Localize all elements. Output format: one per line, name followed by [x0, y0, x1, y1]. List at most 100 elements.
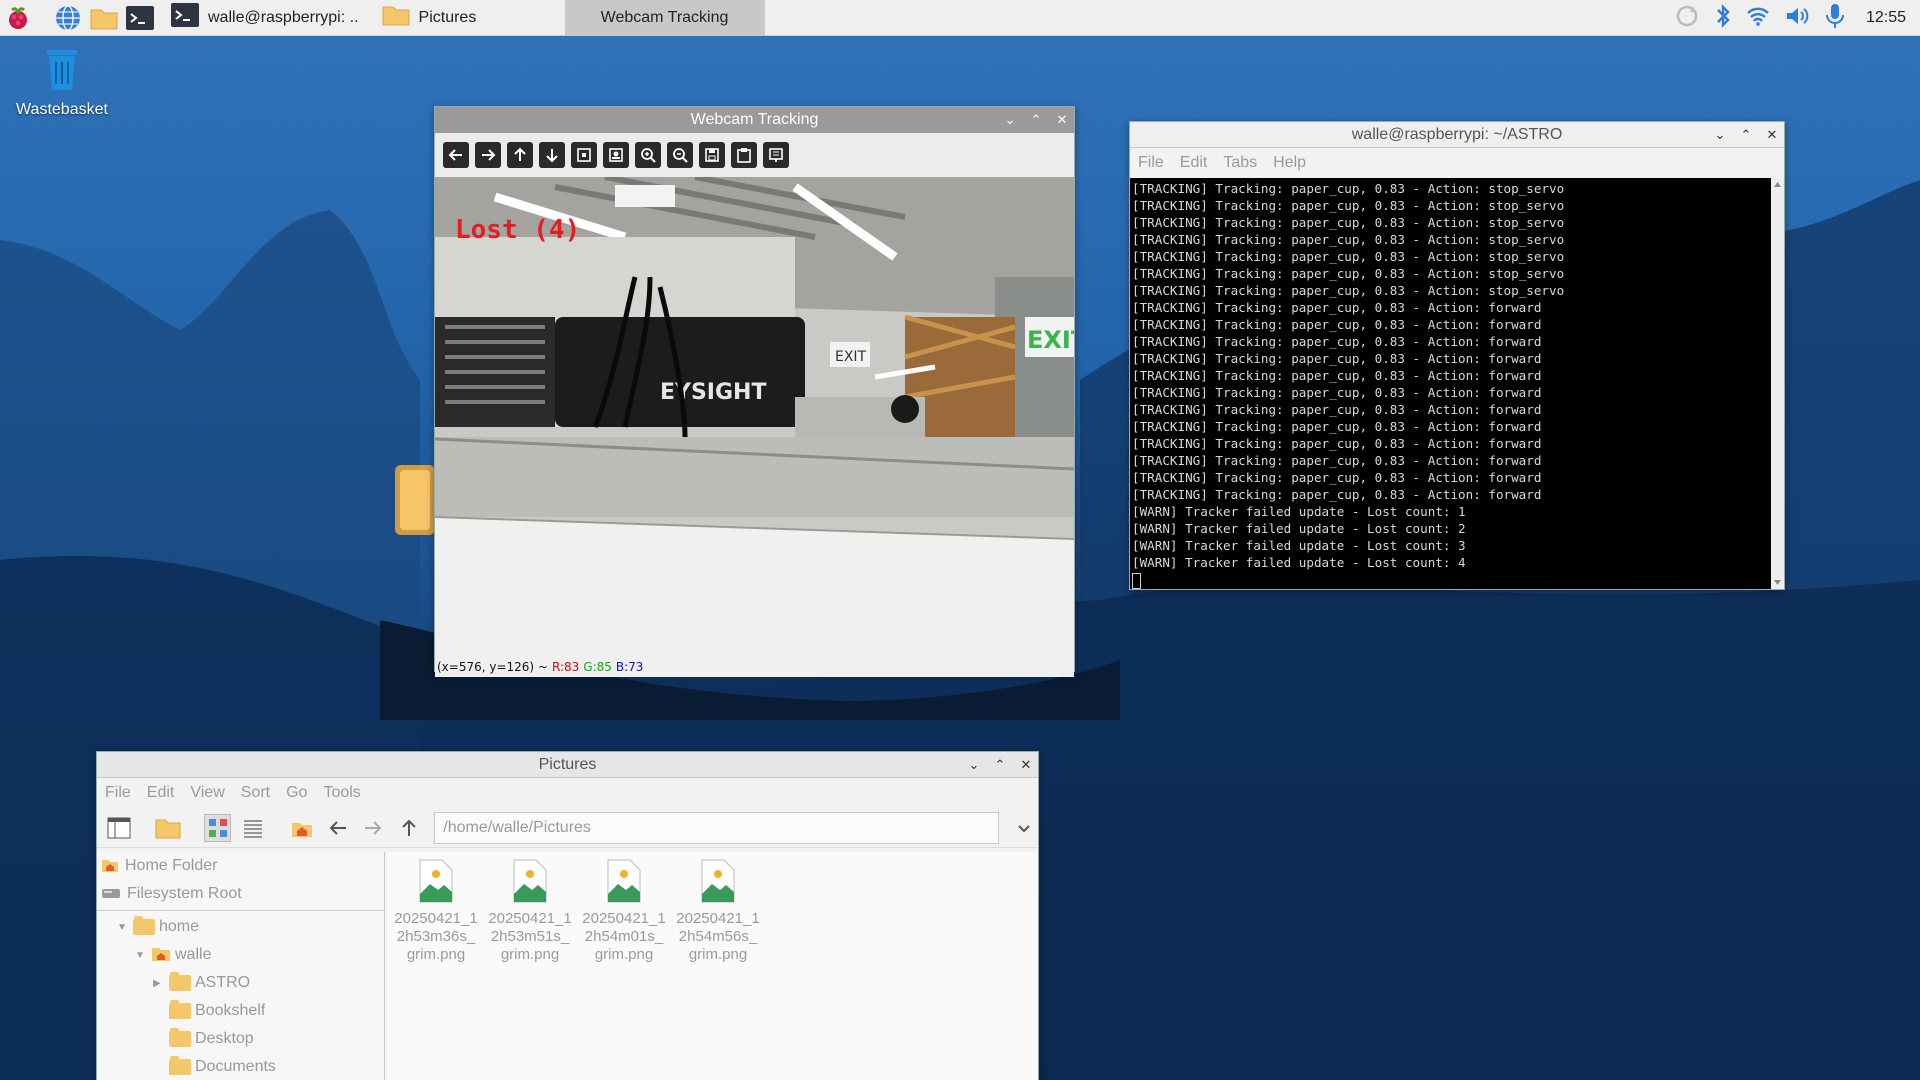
menu-edit[interactable]: Edit — [147, 784, 175, 802]
file-name-line: grim.png — [688, 946, 748, 963]
zoom-in-button[interactable] — [635, 142, 661, 168]
places-sidebar: Home Folder Filesystem Root ▼ home ▼ wal… — [97, 852, 385, 1080]
taskbar-task-pictures[interactable]: Pictures — [373, 0, 565, 36]
window-titlebar[interactable]: walle@raspberrypi: ~/ASTRO ⌄ ⌃ ✕ — [1130, 122, 1784, 148]
volume-icon[interactable] — [1784, 4, 1810, 33]
wifi-icon[interactable] — [1746, 4, 1770, 33]
minimize-icon[interactable]: ⌄ — [1004, 112, 1016, 128]
tree-item-astro[interactable]: ▶ ASTRO — [97, 969, 384, 997]
bluetooth-icon[interactable] — [1714, 3, 1732, 34]
pan-left-button[interactable] — [443, 142, 469, 168]
maximize-icon[interactable]: ⌃ — [994, 757, 1006, 773]
home-button[interactable] — [289, 814, 316, 842]
terminal-scrollbar[interactable] — [1771, 178, 1784, 589]
minimize-icon[interactable]: ⌄ — [968, 757, 980, 773]
file-item[interactable]: 20250421_1 2h53m36s_ grim.png — [389, 858, 483, 964]
properties-button[interactable] — [763, 142, 789, 168]
close-icon[interactable]: ✕ — [1766, 127, 1778, 143]
drive-icon — [101, 884, 121, 905]
close-icon[interactable]: ✕ — [1056, 112, 1068, 128]
menu-tabs[interactable]: Tabs — [1223, 154, 1257, 172]
svg-text:EXIT: EXIT — [1027, 326, 1074, 354]
menu-view[interactable]: View — [190, 784, 224, 802]
file-name-line: grim.png — [594, 946, 654, 963]
menu-tools[interactable]: Tools — [323, 784, 360, 802]
file-icon-view[interactable]: 20250421_1 2h53m36s_ grim.png 20250421_1… — [387, 852, 1037, 1080]
tree-item-documents[interactable]: Documents — [97, 1053, 384, 1080]
file-manager-icon[interactable] — [86, 0, 122, 36]
terminal-launcher-icon[interactable] — [122, 0, 158, 36]
tree-item-home[interactable]: ▼ home — [97, 913, 384, 941]
desktop-icon-wastebasket[interactable]: Wastebasket — [12, 44, 112, 119]
file-item[interactable]: 20250421_1 2h54m01s_ grim.png — [577, 858, 671, 964]
menu-file[interactable]: File — [105, 784, 131, 802]
save-image-button[interactable] — [699, 142, 725, 168]
up-button[interactable] — [395, 814, 422, 842]
chevron-down-icon[interactable]: ▼ — [135, 950, 147, 961]
terminal-line: [TRACKING] Tracking: paper_cup, 0.83 - A… — [1132, 351, 1542, 366]
file-item[interactable]: 20250421_1 2h54m56s_ grim.png — [671, 858, 765, 964]
terminal-line: [TRACKING] Tracking: paper_cup, 0.83 - A… — [1132, 385, 1542, 400]
chevron-right-icon[interactable]: ▶ — [153, 978, 165, 989]
tree-label: Documents — [195, 1058, 276, 1075]
icon-view-button[interactable] — [203, 813, 232, 842]
path-input[interactable] — [434, 811, 999, 844]
file-name-line: 20250421_1 — [394, 910, 478, 927]
place-filesystem-root[interactable]: Filesystem Root — [97, 880, 384, 908]
microphone-icon[interactable] — [1824, 2, 1846, 35]
clock[interactable]: 12:55 — [1866, 9, 1906, 27]
raspberry-menu-icon[interactable] — [0, 0, 36, 36]
toggle-sidebar-button[interactable] — [105, 814, 132, 842]
forward-button[interactable] — [359, 814, 386, 842]
copy-clipboard-button[interactable] — [731, 142, 757, 168]
maximize-icon[interactable]: ⌃ — [1030, 112, 1042, 128]
camera-feed[interactable]: EXIT EXIT EYSIGHT Lost (4) — [435, 177, 1074, 657]
taskbar-task-terminal[interactable]: walle@raspberrypi: .. — [162, 0, 367, 36]
close-icon[interactable]: ✕ — [1020, 757, 1032, 773]
tree-item-desktop[interactable]: Desktop — [97, 1025, 384, 1053]
file-name-line: 20250421_1 — [676, 910, 760, 927]
updates-icon[interactable] — [1674, 3, 1700, 34]
place-home-folder[interactable]: Home Folder — [97, 852, 384, 880]
terminal-output[interactable]: [TRACKING] Tracking: paper_cup, 0.83 - A… — [1130, 178, 1772, 589]
file-name-line: 2h54m01s_ — [584, 928, 664, 945]
tree-label: Desktop — [195, 1030, 254, 1047]
zoom-fit-button[interactable] — [571, 142, 597, 168]
taskbar-task-webcam[interactable]: Webcam Tracking — [564, 0, 765, 36]
menu-file[interactable]: File — [1138, 154, 1164, 172]
menu-edit[interactable]: Edit — [1180, 154, 1208, 172]
menu-go[interactable]: Go — [286, 784, 307, 802]
wastebasket-icon — [39, 50, 85, 96]
zoom-original-button[interactable] — [603, 142, 629, 168]
menu-help[interactable]: Help — [1273, 154, 1306, 172]
terminal-line: [TRACKING] Tracking: paper_cup, 0.83 - A… — [1132, 317, 1542, 332]
chevron-down-icon[interactable]: ▼ — [117, 922, 129, 933]
back-button[interactable] — [324, 814, 351, 842]
file-item[interactable]: 20250421_1 2h53m51s_ grim.png — [483, 858, 577, 964]
red-value: R:83 — [551, 660, 580, 674]
zoom-out-button[interactable] — [667, 142, 693, 168]
maximize-icon[interactable]: ⌃ — [1740, 127, 1752, 143]
taskbar: walle@raspberrypi: .. Pictures Webcam Tr… — [0, 0, 1920, 36]
tree-item-walle[interactable]: ▼ walle — [97, 941, 384, 969]
file-name-line: grim.png — [500, 946, 560, 963]
terminal-icon — [170, 2, 200, 33]
path-history-dropdown[interactable] — [1011, 814, 1038, 842]
pan-up-button[interactable] — [507, 142, 533, 168]
new-folder-button[interactable] — [154, 814, 181, 842]
cursor-coords: (x=576, y=126) ~ — [437, 660, 548, 674]
web-browser-icon[interactable] — [50, 0, 86, 36]
window-titlebar[interactable]: Pictures ⌄ ⌃ ✕ — [97, 752, 1038, 778]
minimize-icon[interactable]: ⌄ — [1714, 127, 1726, 143]
terminal-line: [TRACKING] Tracking: paper_cup, 0.83 - A… — [1132, 198, 1565, 213]
pan-down-button[interactable] — [539, 142, 565, 168]
tree-item-bookshelf[interactable]: Bookshelf — [97, 997, 384, 1025]
pan-right-button[interactable] — [475, 142, 501, 168]
tree-label: Bookshelf — [195, 1002, 266, 1019]
window-title: walle@raspberrypi: ~/ASTRO — [1351, 125, 1563, 143]
menu-sort[interactable]: Sort — [241, 784, 270, 802]
folder-icon — [381, 3, 411, 32]
terminal-line: [WARN] Tracker failed update - Lost coun… — [1132, 555, 1466, 570]
window-titlebar[interactable]: Webcam Tracking ⌄ ⌃ ✕ — [435, 107, 1074, 133]
list-view-button[interactable] — [239, 814, 266, 842]
